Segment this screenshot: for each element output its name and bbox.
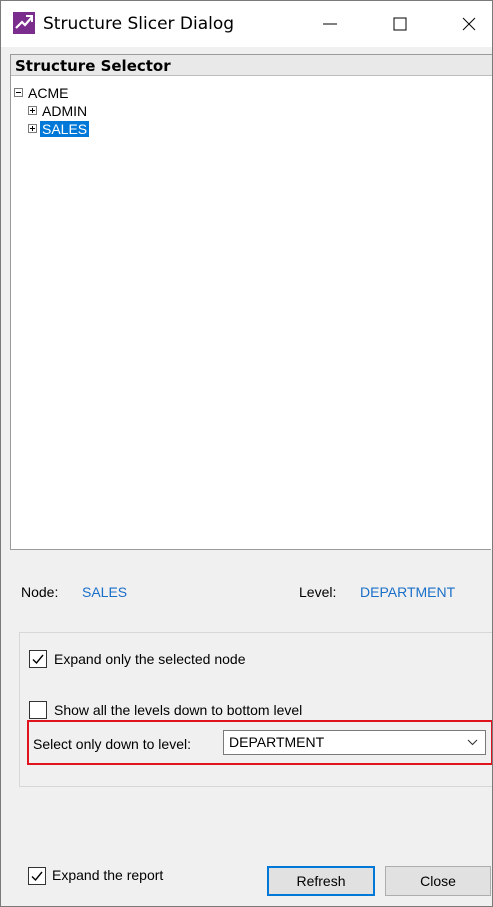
maximize-button[interactable] [377, 1, 423, 47]
tree-node-label[interactable]: ACME [26, 85, 70, 101]
show-all-levels-checkbox[interactable] [29, 701, 47, 719]
maximize-icon [393, 17, 407, 31]
checkmark-icon [32, 654, 44, 665]
expand-selected-label[interactable]: Expand only the selected node [54, 651, 245, 667]
expand-icon[interactable] [28, 106, 37, 115]
show-all-levels-label[interactable]: Show all the levels down to bottom level [54, 702, 302, 718]
node-label: Node: [21, 584, 59, 600]
close-button[interactable]: Close [385, 866, 491, 896]
tree-node-label[interactable]: ADMIN [40, 103, 89, 119]
expand-report-label[interactable]: Expand the report [52, 867, 163, 883]
minimize-button[interactable] [307, 1, 353, 47]
level-value: DEPARTMENT [360, 584, 456, 600]
window-title: Structure Slicer Dialog [43, 14, 235, 34]
divider [10, 549, 491, 550]
refresh-button[interactable]: Refresh [267, 866, 375, 896]
expand-icon[interactable] [28, 124, 37, 133]
level-select-label: Select only down to level: [33, 736, 191, 752]
close-window-button[interactable] [446, 1, 492, 47]
tree-node-root[interactable]: ACME [14, 84, 70, 101]
level-label: Level: [299, 584, 337, 600]
level-select-value: DEPARTMENT [229, 734, 325, 750]
structure-selector-header: Structure Selector [11, 55, 492, 76]
dialog-window: Structure Slicer Dialog Structure Select… [0, 0, 493, 907]
tree-node-admin[interactable]: ADMIN [28, 102, 89, 119]
structure-selector-title: Structure Selector [15, 57, 171, 75]
collapse-icon[interactable] [14, 88, 23, 97]
tree-node-label[interactable]: SALES [40, 120, 90, 137]
structure-selector-panel: Structure Selector ACME ADMIN SALES [10, 54, 492, 550]
checkmark-icon [31, 871, 43, 882]
chevron-down-icon [467, 739, 478, 746]
app-icon [13, 12, 35, 34]
tree-node-sales[interactable]: SALES [28, 120, 90, 137]
title-bar[interactable]: Structure Slicer Dialog [1, 1, 492, 47]
minimize-icon [323, 23, 337, 25]
close-icon [462, 17, 476, 31]
node-value: SALES [82, 584, 128, 600]
expand-selected-checkbox[interactable] [29, 650, 47, 668]
expand-report-checkbox[interactable] [28, 867, 46, 885]
level-select-dropdown[interactable]: DEPARTMENT [223, 730, 486, 755]
